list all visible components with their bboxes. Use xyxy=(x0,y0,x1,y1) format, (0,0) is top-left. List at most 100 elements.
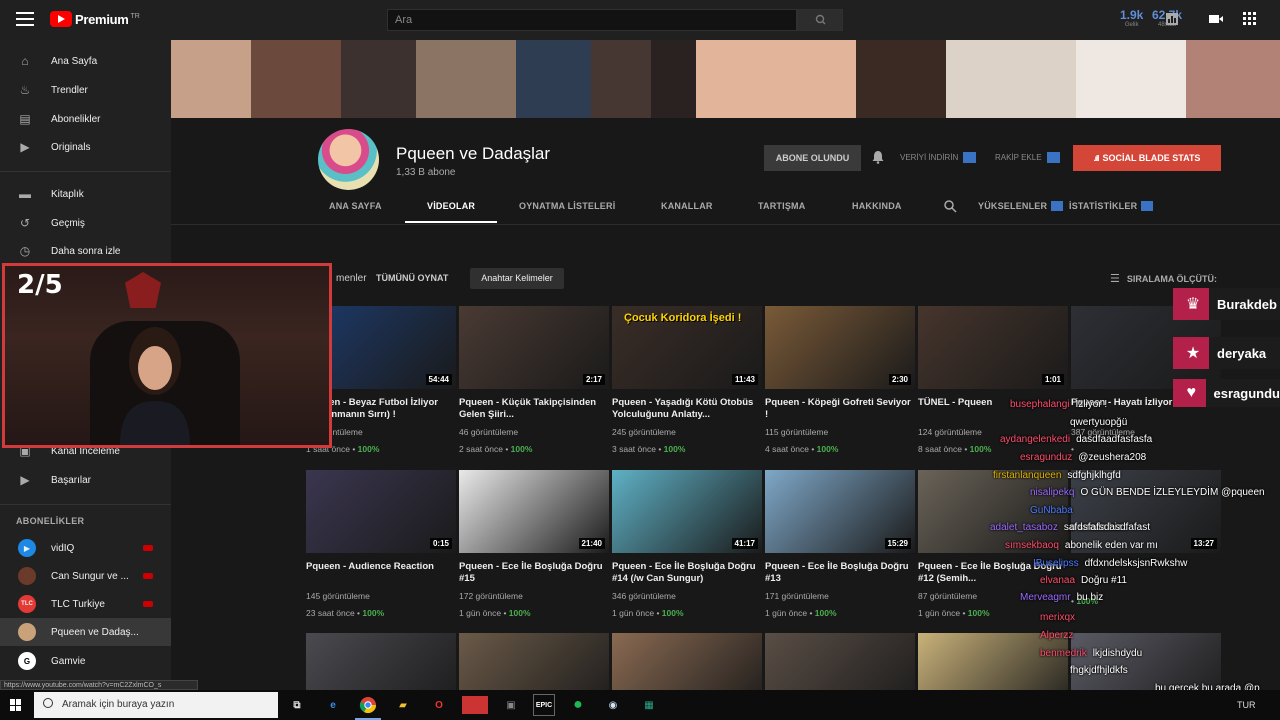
apps-grid-icon[interactable] xyxy=(1243,12,1257,26)
avatar: ▶ xyxy=(18,539,36,557)
opera-icon[interactable]: O xyxy=(428,694,450,716)
video-duration: 41:17 xyxy=(731,538,758,549)
sidebar-item-history[interactable]: ↺ Geçmiş xyxy=(0,209,171,237)
video-thumbnail[interactable]: 1:01 xyxy=(918,306,1068,389)
video-card[interactable]: 2:30 Pqueen - Köpeği Gofreti Seviyor ! 115… xyxy=(765,306,915,455)
video-thumbnail[interactable]: 2:30 xyxy=(765,306,915,389)
subscription-item[interactable]: ▶ vidIQ xyxy=(0,534,171,562)
tabs-divider xyxy=(171,224,1280,225)
subscription-item[interactable]: G Gamvie xyxy=(0,647,171,675)
video-views: 171 görüntüleme xyxy=(765,591,829,601)
video-card[interactable]: 0:15 Pqueen - Audience Reaction 145 görünt… xyxy=(306,470,456,619)
taskbar-search-input[interactable]: Aramak için buraya yazın xyxy=(34,692,278,718)
bar-chart-icon[interactable] xyxy=(1165,12,1179,26)
bell-icon[interactable] xyxy=(871,150,885,164)
youtube-play-icon xyxy=(50,11,72,27)
video-card[interactable]: 21:40 Pqueen - Ece İle Boşluğa Doğru #15 1… xyxy=(459,470,609,619)
search-icon xyxy=(43,698,53,708)
chat-message: nisalipekq O GÜN BENDE İZLEYLEYDİM @pquee… xyxy=(1030,487,1265,498)
windows-start-icon[interactable] xyxy=(10,699,22,711)
chat-username: GuNbaba xyxy=(1030,505,1073,516)
task-view-icon[interactable]: ⧉ xyxy=(286,694,308,716)
sort-button[interactable]: ☰ SIRALAMA ÖLÇÜTÜ: xyxy=(1110,272,1217,285)
video-percent: 100% xyxy=(816,444,839,454)
search-button[interactable] xyxy=(797,9,843,31)
steam-icon[interactable]: ◉ xyxy=(602,694,624,716)
video-card[interactable]: 1:01 TÜNEL - Pqueen 124 görüntüleme 8 saat … xyxy=(918,306,1068,455)
epic-games-icon[interactable]: EPIC xyxy=(533,694,555,716)
tab-rising[interactable]: YÜKSELENLER xyxy=(978,201,1064,211)
subscribed-button[interactable]: ABONE OLUNDU xyxy=(764,145,861,171)
menu-icon[interactable] xyxy=(16,12,34,26)
video-title[interactable]: Pqueen - Ece İle Boşluğa Doğru #15 xyxy=(459,561,609,585)
sidebar-item-achievements[interactable]: ▶ Başarılar xyxy=(0,466,171,494)
video-title[interactable]: Pqueen - Ece İle Boşluğa Doğru #13 xyxy=(765,561,915,585)
video-camera-icon[interactable] xyxy=(1209,12,1223,26)
edge-icon[interactable]: e xyxy=(322,694,344,716)
folder-icon: ▬ xyxy=(19,187,31,201)
video-duration: 13:27 xyxy=(1190,538,1217,549)
video-duration: 54:44 xyxy=(425,374,452,385)
video-title[interactable]: Pqueen - Ece İle Boşluğa Doğru #14 (/w C… xyxy=(612,561,762,585)
video-views: 172 görüntüleme xyxy=(459,591,523,601)
video-duration: 2:17 xyxy=(582,374,605,385)
video-thumbnail[interactable]: 21:40 xyxy=(459,470,609,553)
spotify-icon[interactable]: ● xyxy=(567,694,589,716)
video-thumbnail[interactable]: 15:29 xyxy=(765,470,915,553)
socialblade-icon xyxy=(963,152,977,163)
sidebar-divider xyxy=(0,504,171,505)
video-title[interactable]: Pqueen - Köpeği Gofreti Seviyor ! xyxy=(765,397,915,421)
search-icon[interactable] xyxy=(943,199,957,213)
tab-channels[interactable]: KANALLAR xyxy=(661,201,713,211)
video-thumbnail[interactable]: 41:17 xyxy=(612,470,762,553)
video-title[interactable]: Pqueen - Yaşadığı Kötü Otobüs Yolculuğun… xyxy=(612,397,762,421)
tab-home[interactable]: ANA SAYFA xyxy=(329,201,382,211)
sidebar-item-trending[interactable]: ♨ Trendler xyxy=(0,76,171,104)
tab-videos[interactable]: VİDEOLAR xyxy=(427,201,475,211)
app-icon[interactable]: ▣ xyxy=(500,694,522,716)
sidebar-item-home[interactable]: ⌂ Ana Sayfa xyxy=(0,47,171,75)
sidebar-item-watch-later[interactable]: ◷ Daha sonra izle xyxy=(0,237,171,265)
video-card[interactable]: Çocuk Koridora İşedi ! 11:43 Pqueen - Yaşa… xyxy=(612,306,762,455)
sidebar-item-library[interactable]: ▬ Kitaplık xyxy=(0,180,171,208)
tab-about[interactable]: HAKKINDA xyxy=(852,201,902,211)
chat-text: safdsfafsdasdfafast xyxy=(1063,522,1151,533)
video-thumbnail[interactable]: 0:15 xyxy=(306,470,456,553)
search-input[interactable]: Ara xyxy=(387,9,797,31)
video-card[interactable]: 15:29 Pqueen - Ece İle Boşluğa Doğru #13 1… xyxy=(765,470,915,619)
keywords-button[interactable]: Anahtar Kelimeler xyxy=(470,268,564,289)
play-all-button[interactable]: TÜMÜNÜ OYNAT xyxy=(376,273,448,283)
language-indicator[interactable]: TUR xyxy=(1237,700,1256,710)
subscription-item[interactable]: TLC TLC Turkiye xyxy=(0,590,171,618)
chat-username: adalet_tasaboz xyxy=(990,522,1058,533)
sidebar-item-originals[interactable]: ▶ Originals xyxy=(0,133,171,161)
tab-discussion[interactable]: TARTIŞMA xyxy=(758,201,805,211)
video-thumbnail[interactable]: Çocuk Koridora İşedi ! 11:43 xyxy=(612,306,762,389)
video-title[interactable]: Pqueen - Audience Reaction xyxy=(306,561,456,585)
streaming-app-icon[interactable] xyxy=(462,696,488,714)
chat-message: Alperzz xyxy=(1040,630,1079,641)
video-thumbnail[interactable]: 2:17 xyxy=(459,306,609,389)
channel-avatar[interactable] xyxy=(318,129,379,190)
tab-playlists[interactable]: OYNATMA LİSTELERİ xyxy=(519,201,615,211)
video-card[interactable]: 41:17 Pqueen - Ece İle Boşluğa Doğru #14 … xyxy=(612,470,762,619)
sidebar-item-subscriptions[interactable]: ▤ Abonelikler xyxy=(0,105,171,133)
video-title[interactable]: Pqueen - Küçük Takipçisinden Gelen Şiiri… xyxy=(459,397,609,421)
link-preview-url: https://www.youtube.com/watch?v=mC2ZxlmC… xyxy=(0,680,198,690)
chat-message: busephalangi İzliyor ! xyxy=(1010,399,1107,410)
subscriptions-icon: ▤ xyxy=(19,112,31,126)
youtube-logo[interactable]: Premium TR xyxy=(50,11,140,27)
socialblade-stats-button[interactable]: .ıll SOCİAL BLADE STATS xyxy=(1073,145,1221,171)
chat-text: abonelik eden var mı xyxy=(1064,540,1158,551)
chrome-icon[interactable] xyxy=(357,694,379,716)
chat-message: adalet_tasaboz safdsfafsdasdfafast xyxy=(990,522,1150,533)
subscription-item-active[interactable]: Pqueen ve Dadaş... xyxy=(0,618,171,646)
app-icon[interactable]: ▦ xyxy=(638,694,660,716)
tab-statistics[interactable]: İSTATİSTİKLER xyxy=(1069,201,1154,211)
subscription-item[interactable]: Can Sungur ve ... xyxy=(0,562,171,590)
active-tab-indicator xyxy=(405,221,497,223)
file-explorer-icon[interactable]: ▰ xyxy=(392,694,414,716)
export-data-link[interactable]: VERİYİ İNDİRİN xyxy=(900,152,977,163)
add-competitor-link[interactable]: RAKİP EKLE xyxy=(995,152,1060,163)
video-card[interactable]: 2:17 Pqueen - Küçük Takipçisinden Gelen Ş… xyxy=(459,306,609,455)
